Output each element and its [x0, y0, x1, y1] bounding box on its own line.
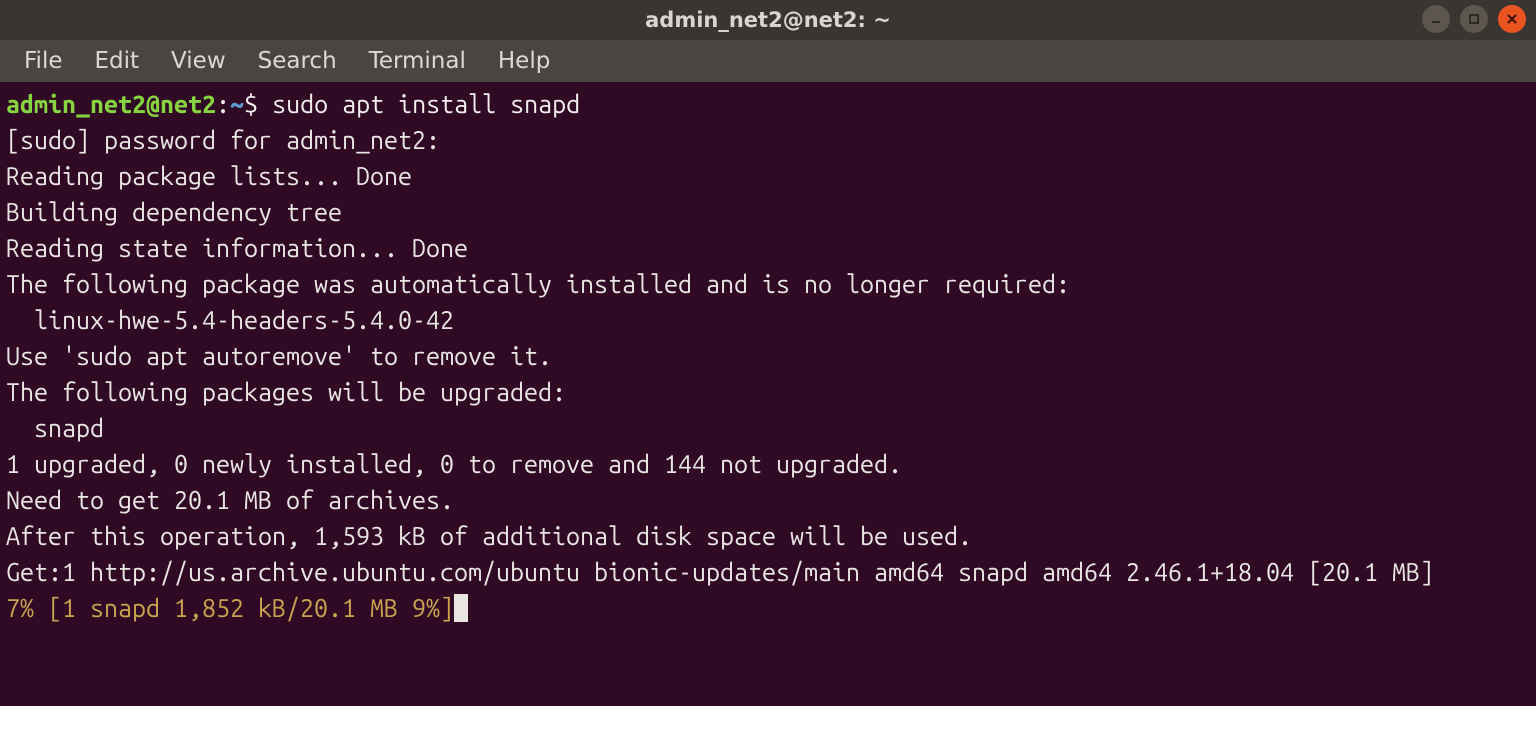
- terminal-window: admin_net2@net2: ~ File Edit View Search…: [0, 0, 1536, 706]
- output-line: Need to get 20.1 MB of archives.: [6, 486, 454, 514]
- output-line: [sudo] password for admin_net2:: [6, 126, 440, 154]
- command-text: sudo apt install snapd: [272, 90, 580, 118]
- minimize-button[interactable]: [1422, 5, 1450, 33]
- menu-edit[interactable]: Edit: [81, 44, 154, 78]
- prompt-userhost: admin_net2@net2: [6, 90, 216, 118]
- close-button[interactable]: [1498, 5, 1526, 33]
- window-controls: [1422, 5, 1526, 33]
- prompt-path: ~: [230, 90, 244, 118]
- output-line: Building dependency tree: [6, 198, 342, 226]
- output-line: 1 upgraded, 0 newly installed, 0 to remo…: [6, 450, 902, 478]
- output-line: snapd: [6, 414, 104, 442]
- output-line: After this operation, 1,593 kB of additi…: [6, 522, 972, 550]
- output-line: Reading state information... Done: [6, 234, 468, 262]
- menu-view[interactable]: View: [157, 44, 240, 78]
- prompt-sigil: $: [244, 90, 272, 118]
- titlebar: admin_net2@net2: ~: [0, 0, 1536, 40]
- output-line: Use 'sudo apt autoremove' to remove it.: [6, 342, 552, 370]
- menu-search[interactable]: Search: [244, 44, 351, 78]
- prompt-sep: :: [216, 90, 230, 118]
- output-line: Reading package lists... Done: [6, 162, 412, 190]
- progress-line: 7% [1 snapd 1,852 kB/20.1 MB 9%]: [6, 594, 454, 622]
- output-line: The following packages will be upgraded:: [6, 378, 566, 406]
- terminal-output[interactable]: admin_net2@net2:~$ sudo apt install snap…: [0, 82, 1536, 706]
- window-title: admin_net2@net2: ~: [0, 8, 1536, 32]
- menu-file[interactable]: File: [10, 44, 77, 78]
- maximize-button[interactable]: [1460, 5, 1488, 33]
- menu-help[interactable]: Help: [484, 44, 564, 78]
- output-line: Get:1 http://us.archive.ubuntu.com/ubunt…: [6, 558, 1434, 586]
- output-line: The following package was automatically …: [6, 270, 1070, 298]
- output-line: linux-hwe-5.4-headers-5.4.0-42: [6, 306, 454, 334]
- menubar: File Edit View Search Terminal Help: [0, 40, 1536, 82]
- menu-terminal[interactable]: Terminal: [355, 44, 480, 78]
- cursor-icon: [454, 594, 468, 622]
